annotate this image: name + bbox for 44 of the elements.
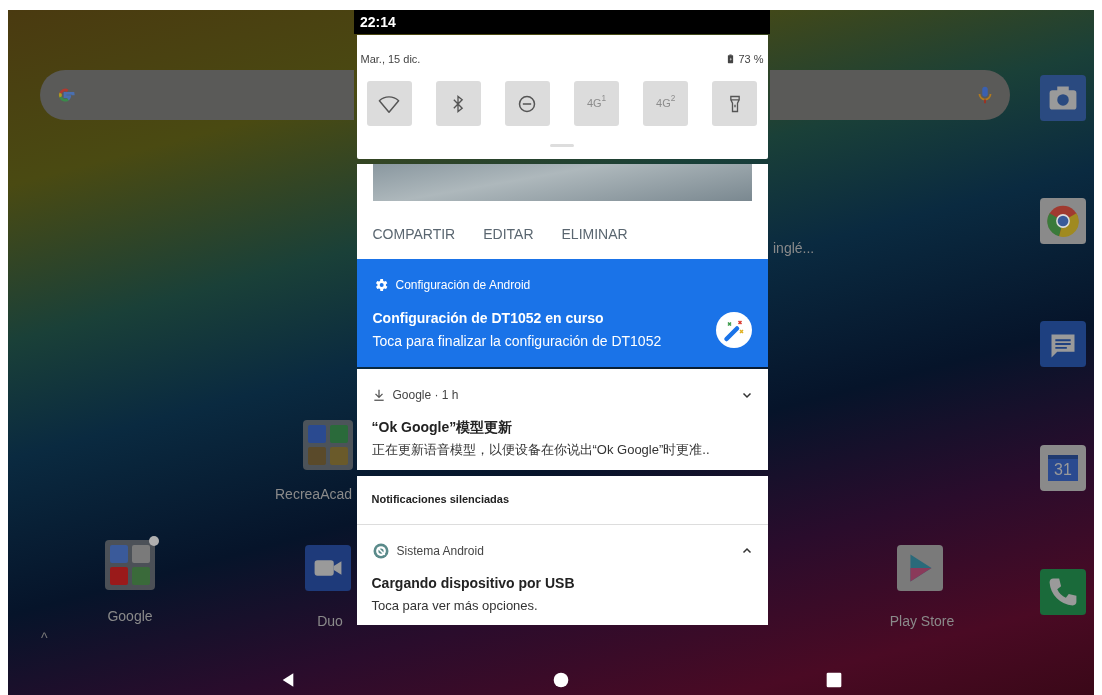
app-name: Configuración de Android bbox=[395, 277, 531, 294]
browser-icon[interactable] bbox=[1040, 198, 1086, 244]
home-icon[interactable] bbox=[553, 672, 569, 688]
messages-icon[interactable] bbox=[1040, 321, 1086, 367]
battery-percent: 73 % bbox=[738, 51, 764, 67]
app-label: Play Store bbox=[888, 612, 956, 631]
section-header: Notificaciones silenciadas bbox=[371, 492, 510, 508]
action-button[interactable]: EDITAR bbox=[483, 224, 534, 245]
phone-icon[interactable] bbox=[1040, 569, 1086, 615]
action-button[interactable]: COMPARTIR bbox=[372, 224, 456, 245]
notification-text: Toca para finalizar la configuración de DT1052 bbox=[372, 332, 662, 351]
app-name: Sistema Android bbox=[396, 542, 484, 560]
notification-card[interactable]: Sistema Android Cargando dispositivo por USB Toca para ver más opciones. bbox=[356, 523, 768, 625]
notification-title: Cargando dispositivo por USB bbox=[371, 573, 576, 593]
camera-icon[interactable] bbox=[1040, 75, 1086, 121]
calendar-icon[interactable]: 31 bbox=[1040, 445, 1086, 491]
notification-card[interactable]: Configuración de Android Configuración de DT1052 en curso Toca para finalizar la configuración de DT1052 bbox=[356, 259, 768, 367]
action-button[interactable]: ELIMINAR bbox=[561, 224, 628, 245]
quick-setting-tile[interactable] bbox=[366, 81, 412, 126]
clock: 22:14 bbox=[360, 12, 396, 32]
battery-icon bbox=[726, 53, 736, 65]
app-name: Google · 1 h bbox=[392, 387, 459, 404]
notification-text: 正在更新语音模型，以便设备在你说出“Ok Google”时更准.. bbox=[371, 441, 711, 459]
notification-card[interactable]: Google · 1 h “Ok Google”模型更新 正在更新语音模型，以便设备在你说出“Ok Google”时更准.. bbox=[356, 369, 768, 470]
date: Mar., 15 dic. bbox=[360, 51, 421, 67]
app-label: inglé... bbox=[773, 239, 815, 258]
notification-title: “Ok Google”模型更新 bbox=[371, 418, 514, 437]
back-icon[interactable] bbox=[280, 671, 296, 689]
notification-title: Configuración de DT1052 en curso bbox=[372, 309, 605, 328]
quick-setting-tile[interactable] bbox=[712, 81, 758, 126]
video-camera-icon[interactable] bbox=[305, 545, 351, 591]
quick-setting-tile[interactable] bbox=[435, 81, 481, 126]
magic-wand-icon bbox=[715, 312, 752, 348]
do-not-disturb-icon bbox=[517, 93, 538, 114]
app-drawer-handle[interactable]: ^ bbox=[41, 628, 48, 649]
app-label: Google bbox=[106, 607, 154, 626]
notification-text: Toca para ver más opciones. bbox=[371, 596, 539, 615]
drag-handle[interactable] bbox=[550, 144, 574, 147]
app-label: Duo bbox=[316, 612, 344, 631]
download-icon bbox=[371, 387, 386, 403]
quick-setting-tile[interactable] bbox=[504, 81, 550, 126]
recents-icon[interactable] bbox=[826, 672, 842, 688]
system-icon bbox=[371, 541, 390, 560]
app-label: RecreaAcad bbox=[275, 485, 353, 504]
